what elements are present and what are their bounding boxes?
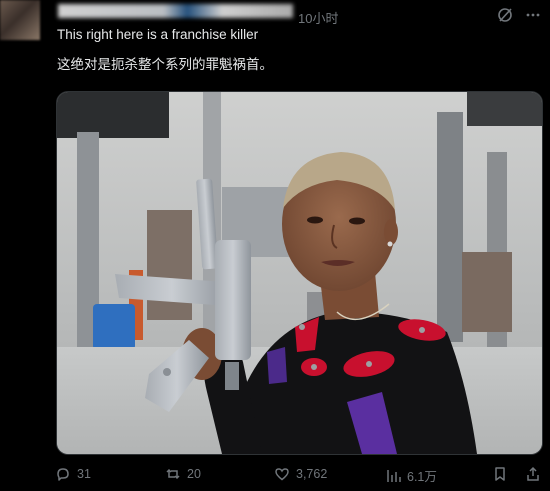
views-count: 6.1万 [407,470,437,484]
more-icon[interactable] [525,7,541,28]
reply-count: 31 [77,467,91,481]
post-time[interactable]: 10小时 [298,8,338,27]
share-icon [525,466,541,482]
retweet-count: 20 [187,467,201,481]
views-button[interactable]: 6.1万 [385,466,437,485]
post-image[interactable] [56,91,543,455]
views-icon [385,468,401,484]
like-button[interactable]: 3,762 [274,466,327,482]
like-icon [274,466,290,482]
like-count: 3,762 [296,467,328,481]
bookmark-button[interactable] [492,466,508,482]
reply-button[interactable]: 31 [55,466,91,482]
author-name-blurred[interactable] [58,4,293,18]
post-text-english: This right here is a franchise killer [57,27,259,42]
bookmark-icon [492,466,508,482]
avatar[interactable] [0,0,40,40]
share-button[interactable] [525,466,541,482]
reply-icon [55,466,71,482]
action-bar: 31 20 3,762 6.1万 [55,466,545,486]
post-text-chinese: 这绝对是扼杀整个系列的罪魁祸首。 [57,57,273,72]
retweet-icon [165,466,181,482]
retweet-button[interactable]: 20 [165,466,201,482]
grok-icon[interactable] [497,7,513,28]
